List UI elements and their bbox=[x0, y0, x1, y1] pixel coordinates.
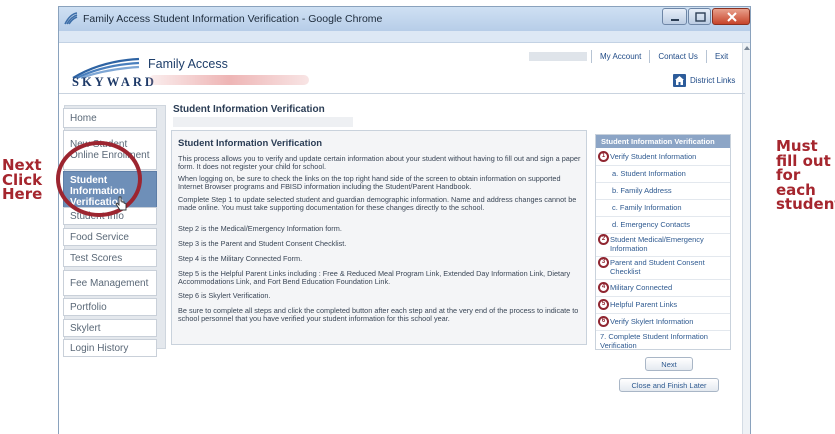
step-complete-verification[interactable]: 7. Complete Student Information Verifica… bbox=[600, 332, 728, 350]
nav-item-login-history[interactable]: Login History bbox=[63, 339, 157, 357]
title-bar: Family Access Student Information Verifi… bbox=[59, 7, 750, 31]
step-family-information[interactable]: c. Family Information bbox=[612, 203, 682, 213]
contact-us-link[interactable]: Contact Us bbox=[649, 50, 706, 63]
step-divider bbox=[596, 296, 730, 297]
instructions-paragraph: Step 4 is the Military Connected Form. bbox=[178, 254, 303, 263]
instructions-paragraph: Step 3 is the Parent and Student Consent… bbox=[178, 239, 347, 248]
verification-instructions-panel: Student Information Verification This pr… bbox=[171, 130, 587, 345]
building-icon bbox=[673, 74, 686, 87]
step-divider bbox=[596, 279, 730, 280]
district-links-label: District Links bbox=[690, 76, 736, 85]
header-divider bbox=[59, 93, 745, 94]
instructions-paragraph: Step 6 is Skylert Verification. bbox=[178, 291, 271, 300]
nav-item-home[interactable]: Home bbox=[63, 108, 157, 128]
next-button[interactable]: Next bbox=[645, 357, 693, 371]
step-number-marker: 5 bbox=[598, 299, 609, 310]
redacted-user-name bbox=[529, 52, 587, 61]
maximize-button[interactable] bbox=[688, 8, 711, 25]
step-emergency-contacts[interactable]: d. Emergency Contacts bbox=[612, 220, 690, 230]
close-window-button[interactable] bbox=[712, 8, 750, 25]
step-verify-skylert[interactable]: Verify Skylert Information bbox=[610, 317, 693, 327]
browser-toolbar bbox=[59, 31, 750, 43]
my-account-link[interactable]: My Account bbox=[591, 50, 649, 63]
nav-item-skylert[interactable]: Skylert bbox=[63, 319, 157, 337]
exit-link[interactable]: Exit bbox=[705, 50, 736, 63]
instructions-paragraph: Step 5 is the Helpful Parent Links inclu… bbox=[178, 269, 571, 287]
annotation-must-fill-out: Must fill out for each student bbox=[776, 137, 835, 213]
step-verify-student-information[interactable]: Verify Student Information bbox=[610, 152, 696, 162]
annotation-next-click-here: Next Click Here bbox=[2, 156, 43, 203]
step-divider bbox=[596, 233, 730, 234]
steps-panel-title: Student Information Verification bbox=[596, 135, 730, 148]
instructions-paragraph: This process allows you to verify and up… bbox=[178, 154, 581, 172]
step-divider bbox=[596, 330, 730, 331]
window-title: Family Access Student Information Verifi… bbox=[83, 13, 383, 25]
step-number-marker: 6 bbox=[598, 316, 609, 327]
browser-window: Family Access Student Information Verifi… bbox=[58, 6, 751, 434]
screenshot: Family Access Student Information Verifi… bbox=[0, 0, 835, 434]
scroll-up-arrow-icon[interactable] bbox=[744, 46, 750, 50]
step-helpful-parent-links[interactable]: Helpful Parent Links bbox=[610, 300, 677, 310]
redacted-student-name bbox=[149, 75, 309, 85]
instructions-title: Student Information Verification bbox=[178, 138, 323, 149]
instructions-paragraph: Be sure to complete all steps and click … bbox=[178, 306, 579, 324]
step-number-marker: 3 bbox=[598, 257, 609, 268]
step-divider bbox=[596, 199, 730, 200]
skyward-favicon-icon bbox=[64, 12, 78, 25]
close-and-finish-later-button[interactable]: Close and Finish Later bbox=[619, 378, 719, 392]
step-divider bbox=[596, 216, 730, 217]
step-divider bbox=[596, 182, 730, 183]
hand-cursor-icon bbox=[114, 196, 128, 212]
verification-steps-panel: Student Information Verification Verify … bbox=[595, 134, 731, 350]
step-medical-emergency[interactable]: Student Medical/Emergency Information bbox=[610, 235, 728, 253]
top-links: My Account Contact Us Exit bbox=[591, 50, 736, 63]
instructions-paragraph: When logging on, be sure to check the li… bbox=[178, 174, 561, 192]
instructions-paragraph: Step 2 is the Medical/Emergency Informat… bbox=[178, 224, 342, 233]
page-title: Student Information Verification bbox=[173, 104, 325, 115]
nav-item-portfolio[interactable]: Portfolio bbox=[63, 298, 157, 316]
step-family-address[interactable]: b. Family Address bbox=[612, 186, 672, 196]
instructions-paragraph: Complete Step 1 to update selected stude… bbox=[178, 195, 577, 213]
nav-item-food-service[interactable]: Food Service bbox=[63, 228, 157, 246]
district-links[interactable]: District Links bbox=[673, 74, 735, 87]
vertical-scrollbar[interactable] bbox=[742, 43, 750, 434]
nav-item-test-scores[interactable]: Test Scores bbox=[63, 249, 157, 267]
step-divider bbox=[596, 256, 730, 257]
step-military-connected[interactable]: Military Connected bbox=[610, 283, 672, 293]
redacted-student-banner bbox=[173, 117, 353, 127]
step-student-information[interactable]: a. Student Information bbox=[612, 169, 686, 179]
app-title: Family Access bbox=[148, 57, 228, 71]
nav-item-fee-management[interactable]: Fee Management bbox=[63, 270, 157, 296]
page-content: SKYWARD Family Access My Account Contact… bbox=[59, 43, 750, 434]
step-consent-checklist[interactable]: Parent and Student Consent Checklist bbox=[610, 258, 728, 276]
step-divider bbox=[596, 313, 730, 314]
step-number-marker: 1 bbox=[598, 151, 609, 162]
skyward-logo: SKYWARD bbox=[72, 75, 157, 89]
step-number-marker: 4 bbox=[598, 282, 609, 293]
step-divider bbox=[596, 165, 730, 166]
highlight-circle bbox=[56, 141, 142, 217]
minimize-button[interactable] bbox=[662, 8, 687, 25]
step-number-marker: 2 bbox=[598, 234, 609, 245]
